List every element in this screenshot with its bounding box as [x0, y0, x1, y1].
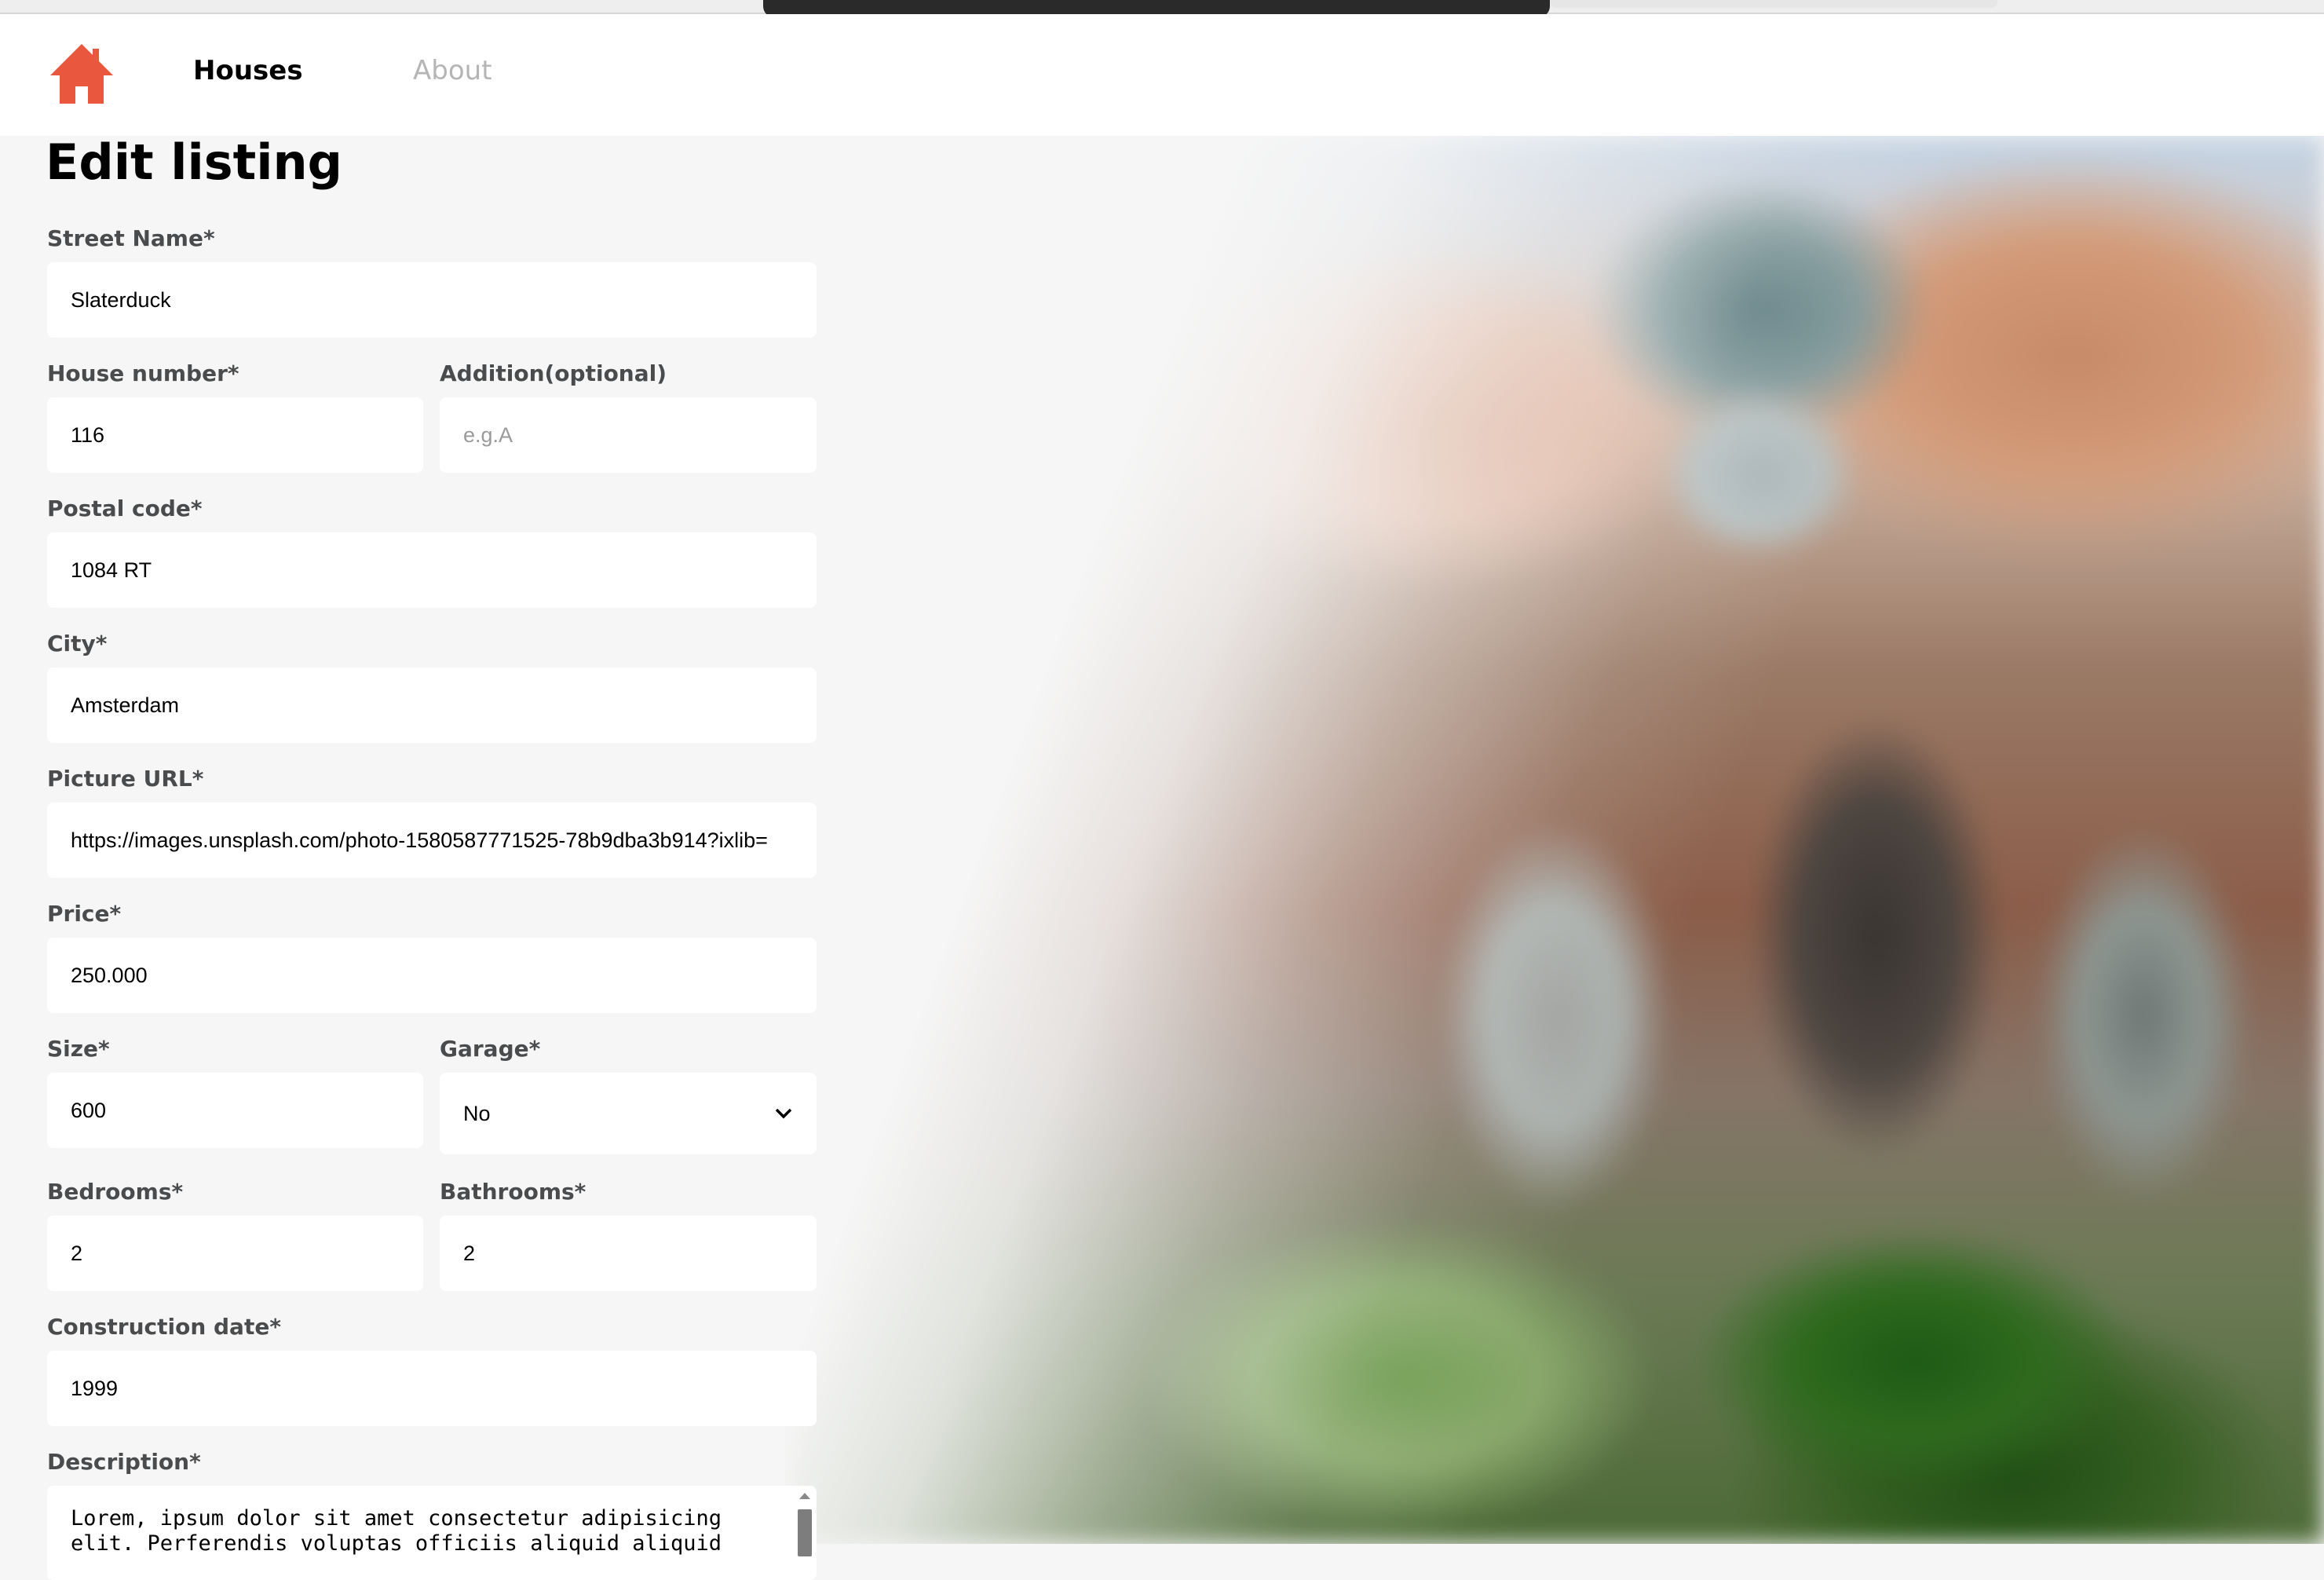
street-name-input[interactable] — [47, 262, 817, 338]
house-number-input[interactable] — [47, 397, 423, 473]
price-input[interactable] — [47, 938, 817, 1013]
garage-select[interactable]: No — [440, 1073, 817, 1154]
description-label: Description* — [47, 1449, 201, 1475]
browser-tab-strip — [1550, 0, 1997, 8]
construction-date-label: Construction date* — [47, 1314, 281, 1340]
bathrooms-input[interactable] — [440, 1216, 817, 1291]
bedrooms-label: Bedrooms* — [47, 1179, 184, 1205]
bedrooms-input[interactable] — [47, 1216, 423, 1291]
photo-fade-overlay — [785, 136, 2324, 1544]
size-label: Size* — [47, 1036, 110, 1062]
postal-code-input[interactable] — [47, 532, 817, 608]
price-label: Price* — [47, 901, 122, 927]
construction-date-input[interactable] — [47, 1351, 817, 1426]
addition-label: Addition(optional) — [440, 360, 667, 386]
house-background-image — [785, 136, 2324, 1544]
scroll-up-arrow-icon[interactable] — [798, 1490, 812, 1501]
size-input[interactable] — [47, 1073, 423, 1148]
city-label: City* — [47, 631, 108, 657]
description-scrollbar-thumb[interactable] — [798, 1509, 812, 1556]
description-textarea[interactable]: Lorem, ipsum dolor sit amet consectetur … — [47, 1486, 817, 1580]
house-number-label: House number* — [47, 360, 239, 386]
addition-input[interactable] — [440, 397, 817, 473]
street-name-label: Street Name* — [47, 225, 215, 251]
nav-about-link[interactable]: About — [413, 55, 492, 86]
top-navigation: Houses About — [0, 14, 2324, 136]
garage-selected-value: No — [463, 1101, 491, 1125]
bathrooms-label: Bathrooms* — [440, 1179, 586, 1205]
picture-url-input[interactable] — [47, 803, 817, 878]
picture-url-label: Picture URL* — [47, 766, 204, 792]
nav-houses-link[interactable]: Houses — [193, 55, 303, 86]
postal-code-label: Postal code* — [47, 496, 203, 521]
page-title: Edit listing — [46, 133, 343, 191]
city-input[interactable] — [47, 667, 817, 743]
chevron-down-icon — [775, 1108, 792, 1119]
garage-label: Garage* — [440, 1036, 541, 1062]
house-icon[interactable] — [47, 42, 116, 105]
